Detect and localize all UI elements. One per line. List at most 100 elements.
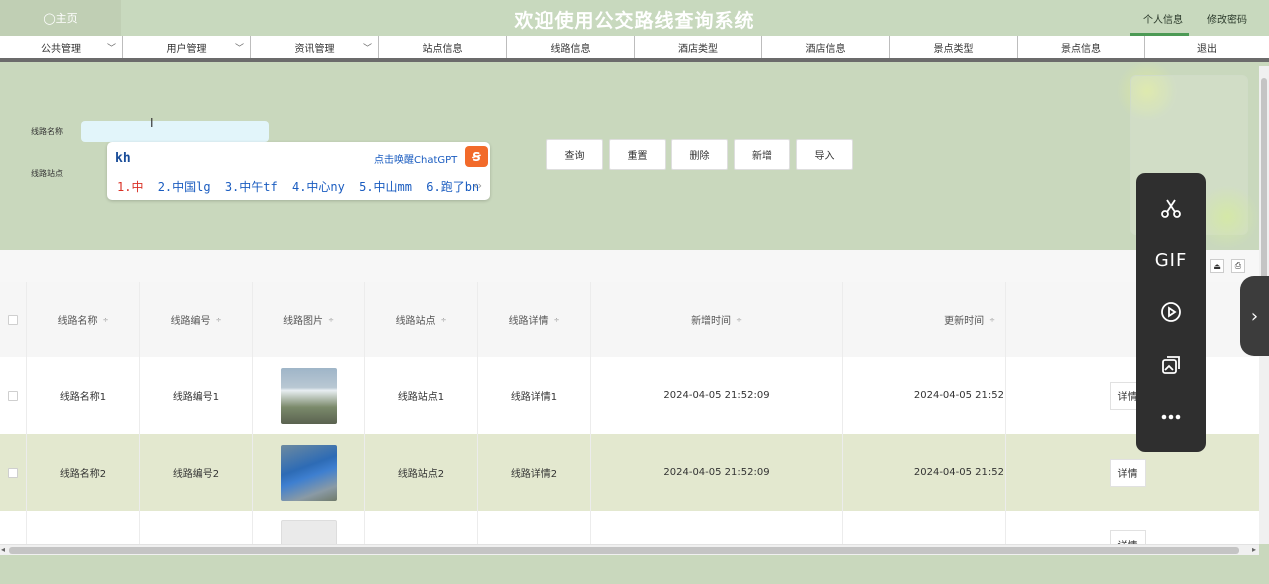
- cell-route-name: 线路名称1: [27, 357, 140, 434]
- scroll-left-icon[interactable]: ◂: [1, 545, 5, 554]
- header-route-code[interactable]: 线路编号 ÷: [140, 282, 253, 357]
- ime-candidates: 1.中 2.中国lg 3.中午tf 4.中心ny 5.中山mm 6.跑了bn: [117, 178, 486, 195]
- route-name-input[interactable]: [81, 121, 269, 142]
- route-station-label: 线路站点: [31, 169, 63, 178]
- ime-pager[interactable]: ‹›: [473, 179, 482, 192]
- gif-icon[interactable]: GIF: [1136, 240, 1206, 280]
- ime-candidate[interactable]: 6.跑了bn: [426, 180, 479, 194]
- row-select-cell: [0, 357, 27, 434]
- sort-icon: ÷: [989, 315, 995, 324]
- detail-button[interactable]: 详情: [1109, 530, 1146, 544]
- ime-candidate[interactable]: 2.中国lg: [158, 180, 211, 194]
- menu-item-spots[interactable]: 景点信息: [1018, 36, 1145, 58]
- scroll-right-icon[interactable]: ▸: [1252, 545, 1256, 554]
- cell-updated-time: 2024-04-05 21:52: [843, 357, 1006, 434]
- more-icon[interactable]: [1136, 397, 1206, 437]
- chevron-down-icon: ﹀: [234, 44, 244, 54]
- screenshot-icon[interactable]: [1136, 345, 1206, 385]
- sort-icon: ÷: [440, 315, 447, 324]
- route-image[interactable]: [280, 444, 337, 501]
- menu-item-hotel-types[interactable]: 酒店类型: [635, 36, 762, 58]
- menu-item-hotels[interactable]: 酒店信息: [762, 36, 890, 58]
- menu-label: 线路信息: [550, 43, 591, 55]
- header-label: 线路详情: [508, 316, 549, 327]
- cell-route-code: [140, 511, 253, 544]
- menu-label: 酒店类型: [678, 43, 718, 55]
- chatgpt-hint-link[interactable]: 点击唤醒ChatGPT: [374, 151, 457, 166]
- cell-route-code: 线路编号2: [140, 434, 253, 511]
- menu-item-routes[interactable]: 线路信息: [507, 36, 635, 58]
- ime-candidate[interactable]: 1.中: [117, 180, 143, 194]
- header-route-detail[interactable]: 线路详情 ÷: [478, 282, 591, 357]
- cell-route-detail: [478, 511, 591, 544]
- page-title: 欢迎使用公交路线查询系统: [514, 10, 755, 32]
- menu-label: 公共管理: [41, 43, 81, 55]
- cell-route-station: 线路站点2: [365, 434, 478, 511]
- chevron-right-icon[interactable]: ›: [1240, 276, 1269, 356]
- scissors-icon[interactable]: [1136, 188, 1206, 228]
- cell-route-code: 线路编号1: [140, 357, 253, 434]
- chevron-down-icon: ﹀: [106, 44, 116, 54]
- profile-link[interactable]: 个人信息: [1143, 11, 1183, 26]
- header-actions: 操作: [1006, 282, 1259, 357]
- header-label: 线路名称: [57, 316, 98, 327]
- header-route-station[interactable]: 线路站点 ÷: [365, 282, 478, 357]
- menu-label: 用户管理: [166, 43, 207, 55]
- sort-icon: ÷: [553, 315, 560, 324]
- menu-label: 景点信息: [1061, 43, 1101, 55]
- print-icon[interactable]: ⎙: [1231, 259, 1245, 273]
- menu-label: 景点类型: [933, 43, 974, 55]
- add-button[interactable]: 新增: [734, 139, 790, 170]
- change-password-link[interactable]: 修改密码: [1207, 11, 1247, 26]
- cell-actions: 详情: [1006, 434, 1259, 511]
- cell-route-image: [253, 434, 365, 511]
- ime-candidate[interactable]: 4.中心ny: [292, 180, 345, 194]
- ime-candidate[interactable]: 3.中午tf: [225, 180, 278, 194]
- header-label: 线路站点: [395, 316, 436, 327]
- app-header: ◯主页 欢迎使用公交路线查询系统 个人信息 修改密码: [0, 0, 1269, 36]
- header-created-time[interactable]: 新增时间 ÷: [591, 282, 843, 357]
- header-label: 线路图片: [283, 316, 324, 327]
- route-image[interactable]: [280, 367, 337, 424]
- cell-route-station: 线路站点1: [365, 357, 478, 434]
- cell-route-name: [27, 511, 140, 544]
- header-route-image[interactable]: 线路图片 ÷: [253, 282, 365, 357]
- reset-button[interactable]: 重置: [609, 139, 666, 170]
- menu-item-stations[interactable]: 站点信息: [379, 36, 507, 58]
- header-label: 更新时间: [944, 316, 985, 327]
- menu-item-spot-types[interactable]: 景点类型: [890, 36, 1018, 58]
- menu-item-users[interactable]: 用户管理 ﹀: [123, 36, 251, 58]
- delete-button[interactable]: 删除: [671, 139, 728, 170]
- cell-updated-time: 2024-04-05 21:52: [843, 434, 1006, 511]
- menu-label: 退出: [1197, 43, 1217, 55]
- select-all-checkbox[interactable]: [8, 314, 18, 325]
- route-image[interactable]: [280, 520, 337, 544]
- menu-item-public[interactable]: 公共管理 ﹀: [0, 36, 123, 58]
- menu-item-news[interactable]: 资讯管理 ﹀: [251, 36, 379, 58]
- export-icon[interactable]: ⏏: [1210, 259, 1224, 273]
- row-checkbox[interactable]: [8, 467, 18, 478]
- header-updated-time[interactable]: 更新时间 ÷: [843, 282, 1006, 357]
- table-header: 线路名称 ÷ 线路编号 ÷ 线路图片 ÷ 线路站点 ÷ 线路详情 ÷ 新增时间 ÷ 更新时间…: [0, 282, 1269, 357]
- cell-route-image: [253, 511, 365, 544]
- menu-item-logout[interactable]: 退出: [1145, 36, 1269, 58]
- query-button[interactable]: 查询: [546, 139, 603, 170]
- record-icon[interactable]: [1136, 292, 1206, 332]
- cell-updated-time: [843, 511, 1006, 544]
- ime-composition: kh: [115, 151, 131, 166]
- ime-candidate[interactable]: 5.中山mm: [359, 180, 412, 194]
- cell-route-image: [253, 357, 365, 434]
- sort-icon: ÷: [328, 315, 334, 324]
- horizontal-scrollbar[interactable]: ◂ ▸: [0, 544, 1259, 555]
- ime-logo-icon[interactable]: Ꞩ: [465, 146, 488, 167]
- footer-bar: [0, 555, 1269, 584]
- header-route-name[interactable]: 线路名称 ÷: [27, 282, 140, 357]
- menu-label: 酒店信息: [805, 43, 846, 55]
- row-checkbox[interactable]: [8, 390, 18, 401]
- scrollbar-thumb[interactable]: [9, 547, 1239, 554]
- cell-actions: 详情: [1006, 357, 1259, 434]
- detail-button[interactable]: 详情: [1109, 458, 1146, 487]
- table-row: 线路名称2 线路编号2 线路站点2 线路详情2 2024-04-05 21:52…: [0, 434, 1269, 511]
- import-button[interactable]: 导入: [796, 139, 853, 170]
- menu-label: 站点信息: [422, 43, 463, 55]
